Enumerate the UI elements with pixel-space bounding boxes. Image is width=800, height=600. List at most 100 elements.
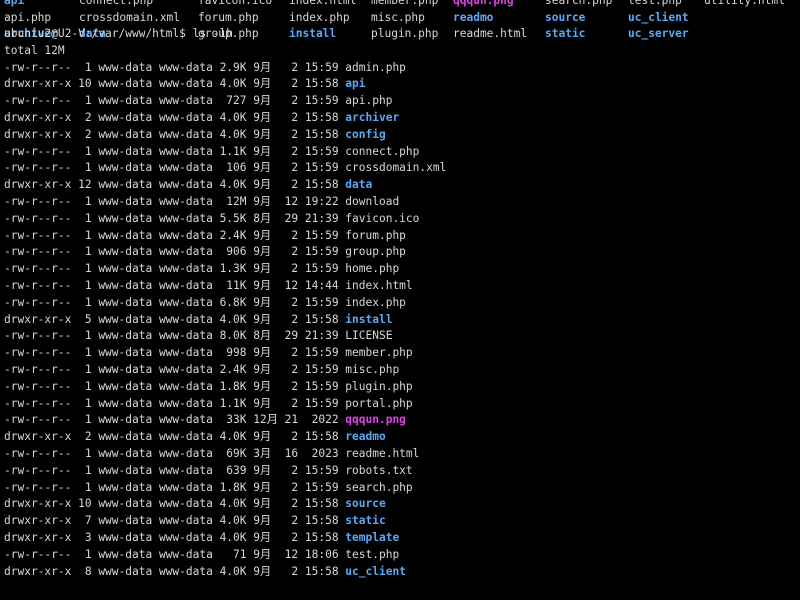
- owner: www-data: [98, 77, 159, 91]
- day: 2: [284, 127, 305, 141]
- file-name: search.php: [545, 0, 613, 7]
- file-name: plugin.php: [345, 379, 413, 393]
- file-name: member.php: [371, 0, 439, 7]
- day: 12: [284, 278, 305, 292]
- file-size: 727: [219, 94, 254, 108]
- month: 9月: [253, 77, 285, 91]
- link-count: 1: [78, 413, 99, 427]
- file-name: connect.php: [79, 0, 154, 7]
- time: 2022: [304, 413, 346, 427]
- ls-entry-row: -rw-r--r-- 1 www-data www-data 5.5K 8月 2…: [4, 211, 800, 228]
- ls-entry-row: drwxr-xr-x 5 www-data www-data 4.0K 9月 2…: [4, 312, 800, 329]
- month: 9月: [253, 530, 285, 544]
- day: 2: [284, 463, 305, 477]
- ls-entry-row: drwxr-xr-x 10 www-data www-data 4.0K 9月 …: [4, 76, 800, 93]
- link-count: 2: [78, 430, 99, 444]
- permissions: drwxr-xr-x: [4, 127, 79, 141]
- month: 9月: [253, 379, 285, 393]
- group: www-data: [158, 77, 220, 91]
- day: 2: [284, 514, 305, 528]
- group: www-data: [158, 110, 220, 124]
- owner: www-data: [98, 94, 159, 108]
- time: 15:59: [304, 396, 346, 410]
- owner: www-data: [98, 211, 159, 225]
- file-size: 1.8K: [219, 480, 254, 494]
- day: 2: [284, 564, 305, 578]
- time: 15:58: [304, 514, 346, 528]
- directory-name: uc_client: [628, 10, 689, 24]
- month: 9月: [253, 110, 285, 124]
- group: www-data: [158, 362, 220, 376]
- permissions: drwxr-xr-x: [4, 497, 79, 511]
- terminal-window[interactable]: api connect.php favicon.ico index.html membe…: [0, 0, 800, 600]
- file-size: 4.0K: [219, 312, 254, 326]
- directory-name: source: [545, 10, 586, 24]
- file-name: api.php: [4, 10, 52, 24]
- ls-entry-row: -rw-r--r-- 1 www-data www-data 2.4K 9月 2…: [4, 228, 800, 245]
- file-size: 12M: [219, 194, 254, 208]
- permissions: drwxr-xr-x: [4, 312, 79, 326]
- file-name: member.php: [345, 346, 413, 360]
- owner: www-data: [98, 463, 159, 477]
- ls-entry-row: -rw-r--r-- 1 www-data www-data 906 9月 2 …: [4, 244, 800, 261]
- ls-entry-row: -rw-r--r-- 1 www-data www-data 8.0K 8月 2…: [4, 328, 800, 345]
- month: 9月: [253, 295, 285, 309]
- file-size: 906: [219, 245, 254, 259]
- file-name: crossdomain.xml: [345, 161, 447, 175]
- ls-entry-row: drwxr-xr-x 10 www-data www-data 4.0K 9月 …: [4, 496, 800, 513]
- ls-entry-row: -rw-r--r-- 1 www-data www-data 2.9K 9月 2…: [4, 60, 800, 77]
- time: 21:39: [304, 211, 346, 225]
- month: 9月: [253, 278, 285, 292]
- file-name: crossdomain.xml: [79, 10, 181, 24]
- file-size: 4.0K: [219, 514, 254, 528]
- file-size: 1.1K: [219, 144, 254, 158]
- link-count: 1: [78, 480, 99, 494]
- file-size: 639: [219, 463, 254, 477]
- file-size: 11K: [219, 278, 254, 292]
- owner: www-data: [98, 362, 159, 376]
- file-size: 4.0K: [219, 178, 254, 192]
- time: 21:39: [304, 329, 346, 343]
- month: 9月: [253, 245, 285, 259]
- file-name: search.php: [345, 480, 413, 494]
- group: www-data: [158, 446, 220, 460]
- permissions: drwxr-xr-x: [4, 514, 79, 528]
- file-name: misc.php: [345, 362, 400, 376]
- time: 15:58: [304, 564, 346, 578]
- time: 19:22: [304, 194, 346, 208]
- day: 12: [284, 547, 305, 561]
- permissions: drwxr-xr-x: [4, 564, 79, 578]
- file-name: forum.php: [198, 10, 259, 24]
- file-name: readme.html: [345, 446, 420, 460]
- file-name: utility.html: [704, 0, 785, 7]
- file-name: LICENSE: [345, 329, 393, 343]
- ls-entry-row: drwxr-xr-x 2 www-data www-data 4.0K 9月 2…: [4, 429, 800, 446]
- directory-name: config: [345, 127, 386, 141]
- day: 2: [284, 295, 305, 309]
- ls-entry-row: -rw-r--r-- 1 www-data www-data 639 9月 2 …: [4, 463, 800, 480]
- ls-total-line: total 12M: [4, 43, 800, 60]
- permissions: -rw-r--r--: [4, 211, 79, 225]
- day: 29: [284, 211, 305, 225]
- permissions: -rw-r--r--: [4, 396, 79, 410]
- group: www-data: [158, 127, 220, 141]
- file-name: test.php: [628, 0, 682, 7]
- month: 9月: [253, 178, 285, 192]
- group: www-data: [158, 547, 220, 561]
- month: 9月: [253, 514, 285, 528]
- file-size: 33K: [219, 413, 254, 427]
- directory-name: api: [345, 77, 366, 91]
- time: 15:59: [304, 463, 346, 477]
- owner: www-data: [98, 245, 159, 259]
- time: 15:58: [304, 430, 346, 444]
- time: 15:59: [304, 228, 346, 242]
- permissions: -rw-r--r--: [4, 228, 79, 242]
- directory-name: data: [345, 178, 373, 192]
- month: 9月: [253, 430, 285, 444]
- image-file-name: qqqun.png: [345, 413, 406, 427]
- link-count: 1: [78, 446, 99, 460]
- permissions: drwxr-xr-x: [4, 178, 79, 192]
- month: 9月: [253, 312, 285, 326]
- time: 15:58: [304, 127, 346, 141]
- permissions: drwxr-xr-x: [4, 530, 79, 544]
